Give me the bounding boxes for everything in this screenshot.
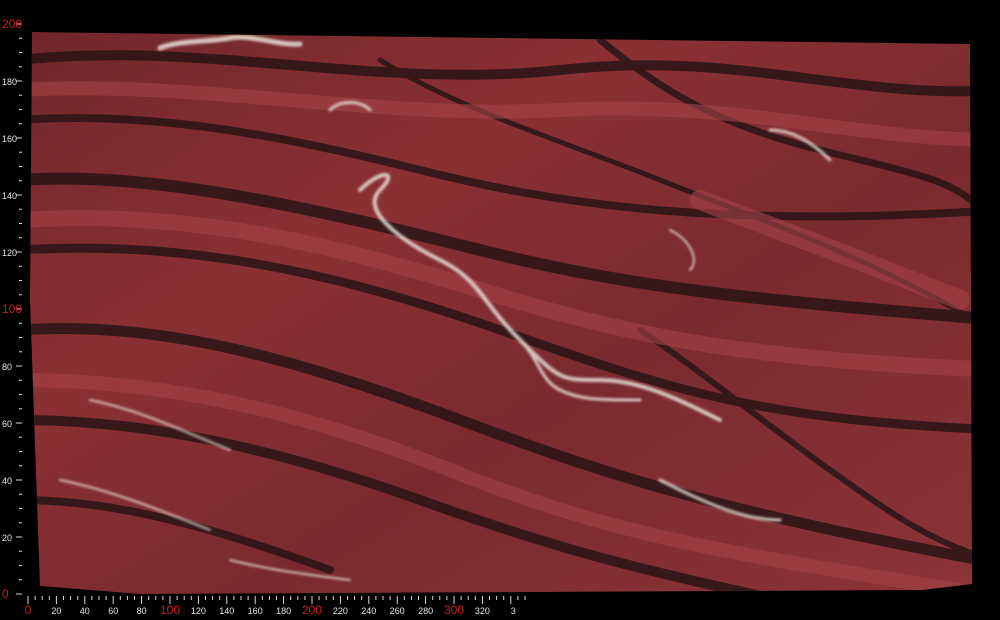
y-ruler-label: 40 [2, 476, 12, 486]
y-ruler-label: 60 [2, 419, 12, 429]
x-ruler-label: 0 [25, 603, 32, 617]
x-ruler-label: 180 [276, 606, 291, 616]
y-ruler-label: 80 [2, 362, 12, 372]
y-ruler-label: 180 [2, 77, 17, 87]
x-ruler-label: 20 [51, 606, 61, 616]
x-ruler-label: 120 [191, 606, 206, 616]
x-ruler-label: 3 [511, 606, 516, 616]
x-ruler-label: 140 [219, 606, 234, 616]
x-ruler-label: 240 [361, 606, 376, 616]
y-ruler-label: 120 [2, 248, 17, 258]
marble-slab [30, 32, 972, 594]
y-ruler-label: 140 [2, 191, 17, 201]
x-ruler-label: 280 [418, 606, 433, 616]
y-ruler-label: 160 [2, 134, 17, 144]
y-ruler-label: 0 [2, 587, 9, 601]
y-ruler-label: 200 [2, 17, 22, 31]
x-ruler-label: 160 [248, 606, 263, 616]
x-ruler-label: 260 [390, 606, 405, 616]
x-ruler-label: 100 [160, 603, 180, 617]
y-ruler-label: 100 [2, 302, 22, 316]
x-ruler-label: 300 [444, 603, 464, 617]
x-axis-ruler: 0 20 40 60 80 100 120 140 160 180 200 220 240 260 280 3… [25, 596, 526, 617]
x-ruler-label: 60 [108, 606, 118, 616]
slab-photo-canvas: 0 20 40 60 80 100 120 140 160 180 200 220 240 260 280 3… [2, 17, 972, 617]
x-ruler-label: 200 [302, 603, 322, 617]
x-ruler-label: 220 [333, 606, 348, 616]
x-ruler-label: 80 [137, 606, 147, 616]
x-ruler-label: 320 [475, 606, 490, 616]
y-axis-ruler: 200180160140120100806040200 [2, 17, 22, 601]
y-ruler-label: 20 [2, 533, 12, 543]
x-ruler-label: 40 [80, 606, 90, 616]
